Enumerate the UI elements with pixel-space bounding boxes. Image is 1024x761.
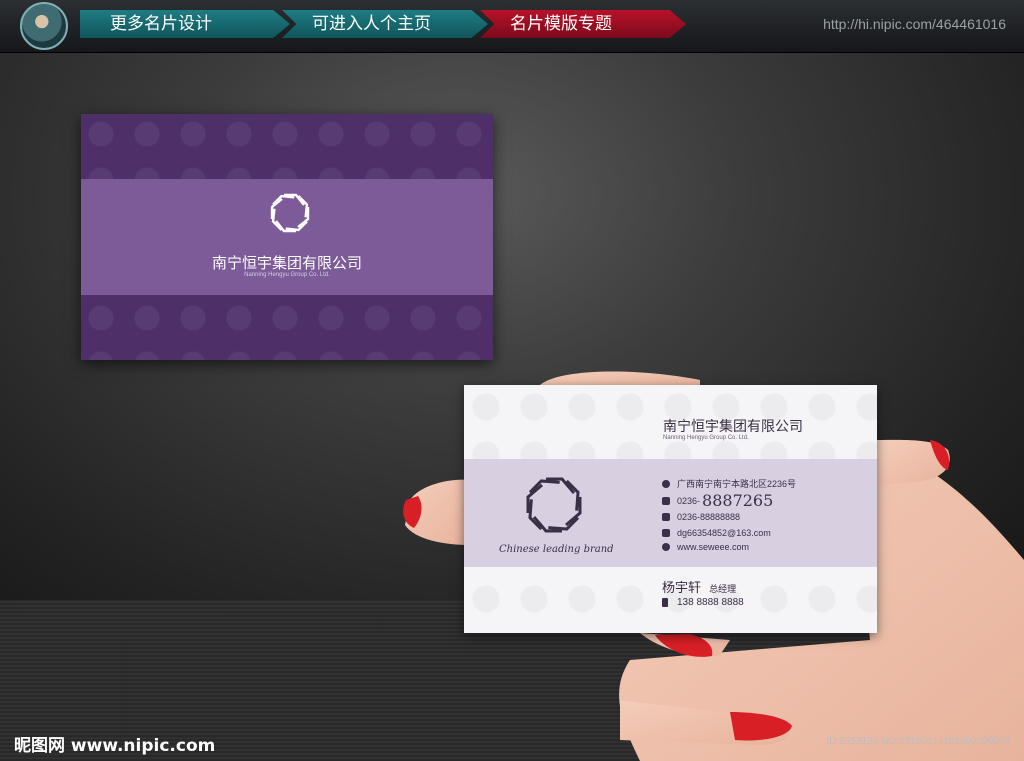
hand-image [403,371,1024,761]
fax-icon [662,513,670,521]
person-title: 总经理 [709,585,737,595]
watermark-right: ID:9353120 NO:20150514152609350036 [826,736,1011,747]
website-row: www.seweee.com [662,542,749,552]
person-name: 杨宇轩 [662,581,702,596]
email-row: dg66354852@163.com [662,528,771,538]
front-company-en: Nanning Hengyu Group Co. Ltd. [663,435,749,441]
email-text: dg66354852@163.com [677,528,771,538]
address-row: 广西南宁南宁本路北区2236号 [662,477,796,490]
mobile-text: 138 8888 8888 [677,597,744,608]
watermark-left: 昵图网 www.nipic.com [14,736,216,756]
business-card-front: 南宁恒宇集团有限公司 Nanning Hengyu Group Co. Ltd.… [464,385,877,633]
website-text: www.seweee.com [677,542,750,552]
brand-slogan: Chinese leading brand [499,544,614,555]
address-text: 广西南宁南宁本路北区2236号 [677,479,797,489]
mobile-row: 138 8888 8888 [662,597,744,608]
mobile-icon [662,598,668,607]
company-logo-icon [526,477,582,533]
phone-icon [662,496,670,505]
phone-number: 8887265 [702,491,774,510]
fax-row: 0236-88888888 [662,512,740,522]
fax-text: 0236-88888888 [677,512,741,522]
front-company-name: 南宁恒宇集团有限公司 [663,419,803,435]
phone-row: 0236- 8887265 [662,491,773,510]
location-icon [662,479,670,488]
phone-prefix: 0236- [677,495,701,506]
globe-icon [662,543,670,551]
mail-icon [662,529,670,537]
person-block: 杨宇轩 总经理 [662,577,736,596]
